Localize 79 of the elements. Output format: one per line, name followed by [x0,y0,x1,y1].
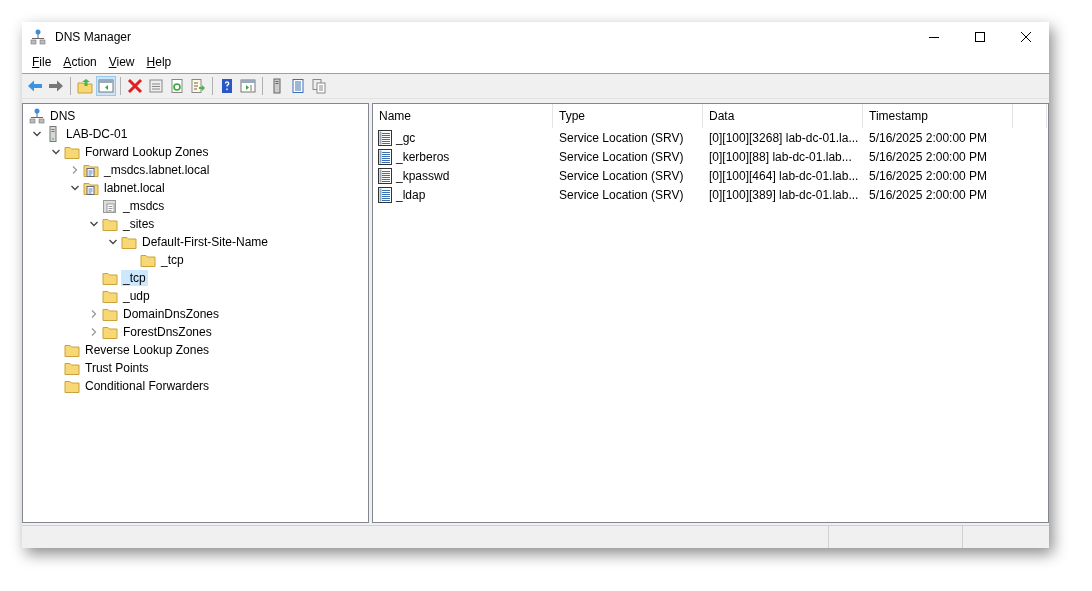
tree-item[interactable]: ForestDnsZones [121,324,214,340]
table-cell-text: 5/16/2025 2:00:00 PM [868,130,989,145]
tree-item[interactable]: _tcp [121,270,148,286]
back-arrow-icon [27,78,43,94]
menu-item[interactable]: Help [140,55,178,69]
column-header[interactable]: Name [373,104,553,128]
delete-icon [127,78,143,94]
folder-icon [64,342,80,358]
network-icon [30,28,46,45]
table-cell-text: Service Location (SRV) [558,168,685,183]
refresh-icon [169,78,185,94]
tree-item[interactable]: DomainDnsZones [121,306,222,322]
table-cell: _ldap [396,187,426,202]
table-cell-text: 5/16/2025 2:00:00 PM [868,168,989,183]
tree-item[interactable]: Trust Points [83,360,151,376]
toolbar-button[interactable] [125,76,145,96]
table-cell-text: Service Location (SRV) [558,149,685,164]
record-icon [377,186,393,203]
pane-icon [240,78,256,94]
tree-item[interactable]: Conditional Forwarders [83,378,212,394]
folder-icon [64,378,80,394]
copy-icon [311,78,327,94]
menu-item[interactable]: View [102,55,141,69]
folder-icon [102,324,118,340]
toolbar-button[interactable] [96,76,116,96]
tree-item[interactable]: _tcp [159,252,186,268]
record-icon [377,129,393,146]
table-cell: _kerberos [396,149,450,164]
properties-icon [148,78,164,94]
network-icon [29,108,45,124]
folder-icon [102,270,118,286]
menu-item[interactable]: File [26,55,58,69]
export-list-icon [190,78,206,94]
tree-item[interactable]: _udp [121,288,152,304]
folder-icon [102,216,118,232]
folder-up-icon [77,78,93,94]
tree-item[interactable]: Forward Lookup Zones [83,144,211,160]
table-cell: _kpasswd [396,168,450,183]
table-cell-text: 5/16/2025 2:00:00 PM [868,149,989,164]
table-cell-text: [0][100][464] lab-dc-01.lab... [708,168,860,183]
console-tree-icon [98,78,114,94]
table-cell-text: 5/16/2025 2:00:00 PM [868,187,989,202]
menu-item[interactable]: Action [57,55,103,69]
column-header[interactable]: Type [553,104,703,128]
table-cell-text: [0][100][3268] lab-dc-01.la... [708,130,860,145]
table-cell-text: Service Location (SRV) [558,187,685,202]
folder-icon [64,360,80,376]
folder-icon [121,234,137,250]
toolbar-button[interactable] [75,76,95,96]
table-cell: _gc [396,130,416,145]
zone-file-icon [83,162,99,178]
window-title: DNS Manager [55,29,132,44]
tree-item[interactable]: Reverse Lookup Zones [83,342,212,358]
toolbar-button[interactable] [309,76,329,96]
tree-item[interactable]: LAB-DC-01 [64,126,130,142]
toolbar-button[interactable] [238,76,258,96]
table-cell-text: [0][100][389] lab-dc-01.lab... [708,187,860,202]
document-icon [102,198,118,214]
forward-arrow-icon [48,78,64,94]
folder-icon [140,252,156,268]
record-icon [377,167,393,184]
folder-icon [64,144,80,160]
tree-item[interactable]: _msdcs [121,198,167,214]
tree-item[interactable]: _msdcs.labnet.local [102,162,212,178]
tree-item[interactable]: labnet.local [102,180,167,196]
folder-icon [102,306,118,322]
tree-item[interactable]: _sites [121,216,157,232]
record-icon [377,148,393,165]
toolbar-button[interactable] [188,76,208,96]
table-cell-text: [0][100][88] lab-dc-01.lab... [708,149,853,164]
tree-item[interactable]: DNS [48,108,78,124]
folder-icon [102,288,118,304]
list-icon [290,78,306,94]
help-icon [219,78,235,94]
column-header[interactable]: Timestamp [863,104,1013,128]
zone-file-icon [83,180,99,196]
tree-item[interactable]: Default-First-Site-Name [140,234,271,250]
table-cell-text: Service Location (SRV) [558,130,685,145]
column-header[interactable]: Data [703,104,863,128]
